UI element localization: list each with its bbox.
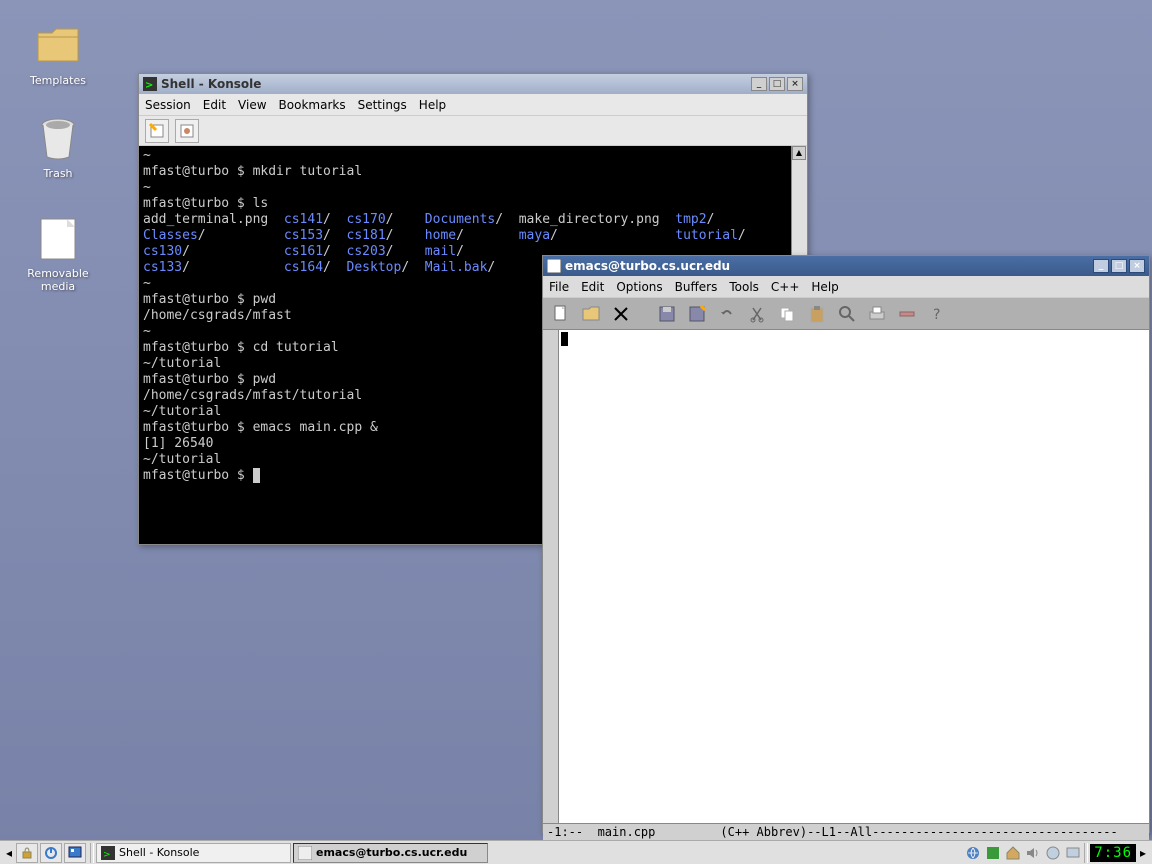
customize-icon[interactable] xyxy=(895,302,919,326)
volume-icon[interactable] xyxy=(1024,844,1042,862)
paste-icon[interactable] xyxy=(805,302,829,326)
close-icon[interactable] xyxy=(609,302,633,326)
save-icon[interactable] xyxy=(655,302,679,326)
maximize-button[interactable]: □ xyxy=(1111,259,1127,273)
separator xyxy=(90,843,94,863)
removable-media-icon xyxy=(34,215,82,263)
close-button[interactable]: × xyxy=(787,77,803,91)
svg-text:?: ? xyxy=(933,307,940,323)
emacs-toolbar: ? xyxy=(543,298,1149,330)
tab-list-button[interactable] xyxy=(175,119,199,143)
network-icon[interactable] xyxy=(964,844,982,862)
panel-arrow-right[interactable]: ▸ xyxy=(1136,846,1150,860)
desktop-icon-trash[interactable]: Trash xyxy=(18,115,98,180)
menu-buffers[interactable]: Buffers xyxy=(675,280,718,294)
emacs-app-icon xyxy=(547,259,561,273)
menu-tools[interactable]: Tools xyxy=(729,280,759,294)
logout-button[interactable] xyxy=(40,843,62,863)
menu-file[interactable]: File xyxy=(549,280,569,294)
panel-arrow-left[interactable]: ◂ xyxy=(2,846,16,860)
klipper-icon[interactable] xyxy=(984,844,1002,862)
desktop-icon-label: Removable media xyxy=(10,267,106,293)
show-desktop-button[interactable] xyxy=(64,843,86,863)
window-title: emacs@turbo.cs.ucr.edu xyxy=(565,259,1093,273)
search-icon[interactable] xyxy=(835,302,859,326)
display-icon[interactable] xyxy=(1064,844,1082,862)
maximize-button[interactable]: □ xyxy=(769,77,785,91)
emacs-modeline: -1:-- main.cpp (C++ Abbrev)--L1--All----… xyxy=(543,823,1149,840)
scroll-up-button[interactable]: ▲ xyxy=(792,146,806,160)
menu-options[interactable]: Options xyxy=(616,280,662,294)
menu-settings[interactable]: Settings xyxy=(358,98,407,112)
desktop-icon-templates[interactable]: Templates xyxy=(18,22,98,87)
konsole-menubar: Session Edit View Bookmarks Settings Hel… xyxy=(139,94,807,116)
home-icon[interactable] xyxy=(1004,844,1022,862)
emacs-editor-area[interactable] xyxy=(559,330,1149,823)
save-as-icon[interactable] xyxy=(685,302,709,326)
print-icon[interactable] xyxy=(865,302,889,326)
clock[interactable]: 7:36 xyxy=(1090,844,1136,862)
minimize-button[interactable]: _ xyxy=(751,77,767,91)
close-button[interactable]: × xyxy=(1129,259,1145,273)
menu-session[interactable]: Session xyxy=(145,98,191,112)
help-icon[interactable]: ? xyxy=(925,302,949,326)
minimize-button[interactable]: _ xyxy=(1093,259,1109,273)
taskbar: ◂ > Shell - Konsole emacs@turbo.cs.ucr.e… xyxy=(0,840,1152,864)
emacs-titlebar[interactable]: emacs@turbo.cs.ucr.edu _ □ × xyxy=(543,256,1149,276)
emacs-icon xyxy=(298,846,312,860)
updater-icon[interactable] xyxy=(1044,844,1062,862)
new-file-icon[interactable] xyxy=(549,302,573,326)
menu-edit[interactable]: Edit xyxy=(203,98,226,112)
cut-icon[interactable] xyxy=(745,302,769,326)
separator xyxy=(1084,843,1088,863)
open-file-icon[interactable] xyxy=(579,302,603,326)
new-tab-button[interactable] xyxy=(145,119,169,143)
svg-text:>: > xyxy=(103,850,111,860)
folder-icon xyxy=(34,22,82,70)
taskbar-item-emacs[interactable]: emacs@turbo.cs.ucr.edu xyxy=(293,843,488,863)
undo-icon[interactable] xyxy=(715,302,739,326)
emacs-fringe xyxy=(543,330,559,823)
desktop-icon-label: Templates xyxy=(18,74,98,87)
window-title: Shell - Konsole xyxy=(161,77,751,91)
task-label: emacs@turbo.cs.ucr.edu xyxy=(316,846,467,859)
menu-edit[interactable]: Edit xyxy=(581,280,604,294)
system-tray xyxy=(964,844,1082,862)
desktop-icon-removable[interactable]: Removable media xyxy=(10,215,106,293)
emacs-window[interactable]: emacs@turbo.cs.ucr.edu _ □ × File Edit O… xyxy=(542,255,1150,833)
konsole-icon: > xyxy=(101,846,115,860)
konsole-toolbar xyxy=(139,116,807,146)
menu-help[interactable]: Help xyxy=(419,98,446,112)
text-cursor xyxy=(561,332,568,346)
desktop-icon-label: Trash xyxy=(18,167,98,180)
svg-text:>: > xyxy=(145,80,153,91)
konsole-app-icon: > xyxy=(143,77,157,91)
taskbar-item-konsole[interactable]: > Shell - Konsole xyxy=(96,843,291,863)
task-label: Shell - Konsole xyxy=(119,846,199,859)
konsole-titlebar[interactable]: > Shell - Konsole _ □ × xyxy=(139,74,807,94)
menu-cpp[interactable]: C++ xyxy=(771,280,800,294)
lock-screen-button[interactable] xyxy=(16,843,38,863)
menu-bookmarks[interactable]: Bookmarks xyxy=(279,98,346,112)
menu-view[interactable]: View xyxy=(238,98,266,112)
emacs-menubar: File Edit Options Buffers Tools C++ Help xyxy=(543,276,1149,298)
copy-icon[interactable] xyxy=(775,302,799,326)
trash-icon xyxy=(34,115,82,163)
menu-help[interactable]: Help xyxy=(811,280,838,294)
